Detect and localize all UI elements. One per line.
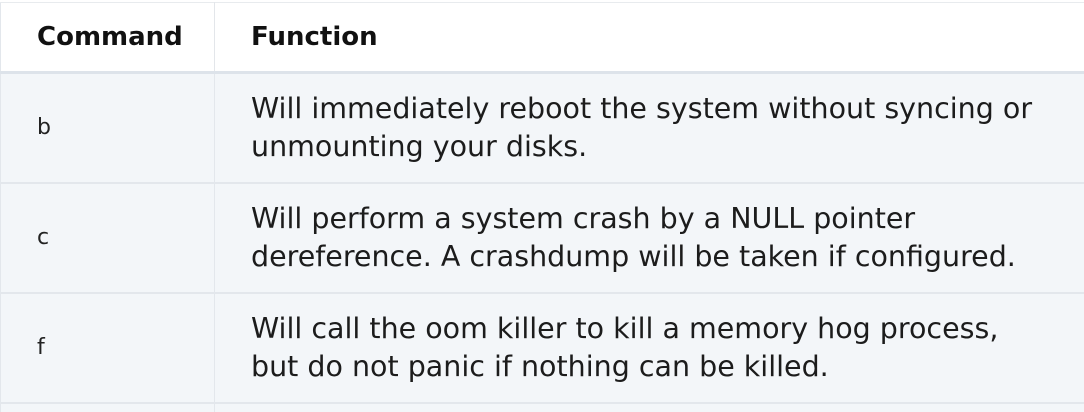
table-header: Command Function: [0, 2, 1084, 74]
table-row: c Will perform a system crash by a NULL …: [0, 182, 1084, 294]
table-row: f Will call the oom killer to kill a mem…: [0, 292, 1084, 404]
column-header-function: Function: [214, 2, 1084, 74]
command-cell: b: [0, 72, 215, 184]
command-cell: f: [0, 292, 215, 404]
function-cell: Will immediately reboot the system witho…: [214, 72, 1084, 184]
table-row-partial: [0, 402, 1084, 412]
table-body: b Will immediately reboot the system wit…: [0, 72, 1084, 412]
table-row: b Will immediately reboot the system wit…: [0, 72, 1084, 184]
sysrq-command-table: Command Function b Will immediately rebo…: [0, 2, 1084, 412]
function-cell: Will call the oom killer to kill a memor…: [214, 292, 1084, 404]
command-cell-empty: [0, 402, 215, 412]
command-cell: c: [0, 182, 215, 294]
column-header-command: Command: [0, 2, 215, 74]
function-cell-empty: [214, 402, 1084, 412]
function-cell: Will perform a system crash by a NULL po…: [214, 182, 1084, 294]
document-page: Command Function b Will immediately rebo…: [0, 0, 1084, 412]
table-header-row: Command Function: [0, 2, 1084, 74]
